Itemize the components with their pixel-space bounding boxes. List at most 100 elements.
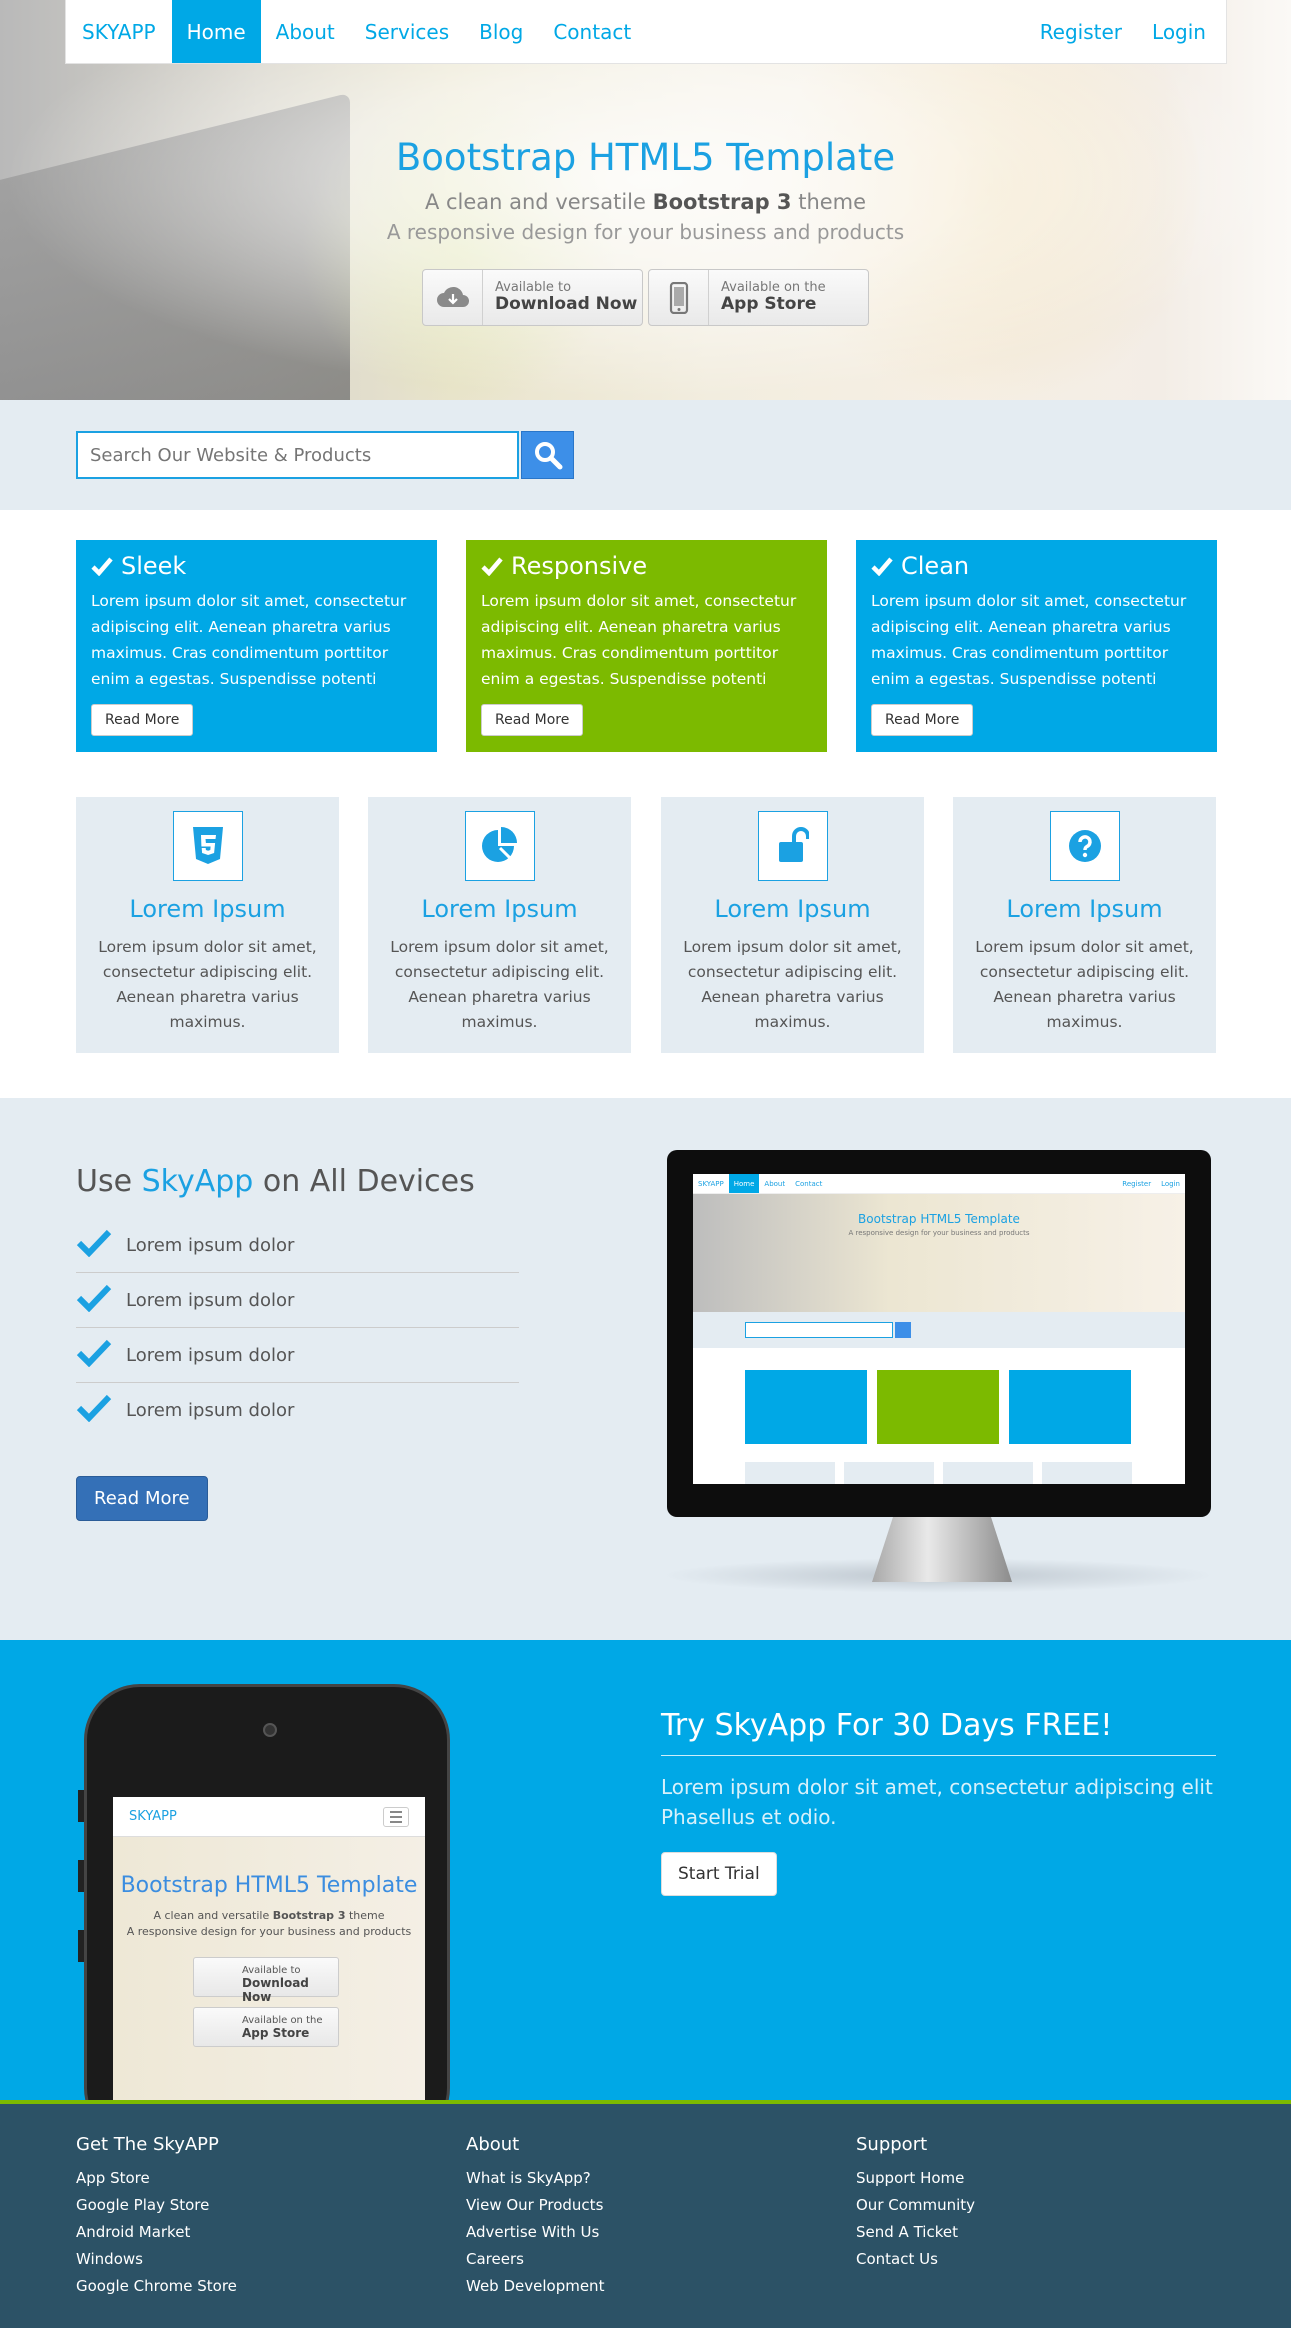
check-icon: [76, 1229, 126, 1262]
phone-hero-title: Bootstrap HTML5 Template: [120, 1873, 418, 1898]
icon-box-text: Lorem ipsum dolor sit amet, consectetur …: [683, 938, 902, 1031]
monitor-image: SKYAPP Home About Contact Register Login…: [667, 1150, 1211, 1517]
footer-link-support-home[interactable]: Support Home: [856, 2165, 975, 2192]
search-input[interactable]: [76, 431, 519, 479]
footer-link-ticket[interactable]: Send A Ticket: [856, 2219, 975, 2246]
footer-link-what-is[interactable]: What is SkyApp?: [466, 2165, 604, 2192]
nav-login[interactable]: Login: [1137, 0, 1226, 63]
start-trial-button[interactable]: Start Trial: [661, 1852, 777, 1896]
icon-box-title: Lorem Ipsum: [714, 895, 871, 923]
hero-subtitle-pre: A clean and versatile: [424, 190, 653, 214]
footer-link-advertise[interactable]: Advertise With Us: [466, 2219, 604, 2246]
phone-hero-subtitle-bold: Bootstrap 3: [272, 1909, 346, 1922]
devices-read-more-button[interactable]: Read More: [76, 1476, 208, 1521]
footer-heading: Support: [856, 2134, 928, 2155]
footer-link-windows[interactable]: Windows: [76, 2246, 237, 2273]
check-icon: [481, 557, 503, 576]
monitor-screen: SKYAPP Home About Contact Register Login…: [693, 1174, 1185, 1484]
hero-subtitle-bold: Bootstrap 3: [652, 190, 792, 214]
devices-title: Use SkyApp on All Devices: [76, 1164, 475, 1199]
icon-box: Lorem Ipsum Lorem ipsum dolor sit amet, …: [661, 797, 924, 1053]
nav-services[interactable]: Services: [350, 0, 464, 63]
nav-about[interactable]: About: [261, 0, 350, 63]
list-item: Lorem ipsum dolor: [76, 1273, 519, 1328]
feature-box-sleek: Sleek Lorem ipsum dolor sit amet, consec…: [76, 540, 437, 752]
check-icon: [76, 1284, 126, 1317]
footer-link-web-dev[interactable]: Web Development: [466, 2273, 604, 2300]
check-icon: [91, 557, 113, 576]
monitor-stand: [872, 1517, 1012, 1582]
nav-blog[interactable]: Blog: [464, 0, 538, 63]
footer-heading: About: [466, 2134, 520, 2155]
mini-search-band: [693, 1312, 1185, 1348]
check-icon: [76, 1394, 126, 1427]
mobile-phone-icon: [649, 270, 709, 325]
search-band: [0, 400, 1291, 510]
feature-text: Lorem ipsum dolor sit amet, consectetur …: [871, 592, 1187, 688]
nav-register[interactable]: Register: [1025, 0, 1137, 63]
read-more-button[interactable]: Read More: [91, 704, 194, 736]
footer-link-google-play[interactable]: Google Play Store: [76, 2192, 237, 2219]
feature-title-text: Responsive: [511, 552, 648, 580]
nav-contact[interactable]: Contact: [538, 0, 646, 63]
phone-camera: [263, 1723, 277, 1737]
mini-nav-home: Home: [728, 1174, 760, 1193]
appstore-small-text: Available on the: [721, 280, 826, 295]
read-more-button[interactable]: Read More: [481, 704, 584, 736]
icon-box-text: Lorem ipsum dolor sit amet, consectetur …: [98, 938, 317, 1031]
menu-icon: [383, 1806, 409, 1827]
mini-feature-box: [1009, 1370, 1131, 1444]
footer-col-about: About What is SkyApp? View Our Products …: [466, 2134, 604, 2300]
mini-feature-box: [877, 1370, 999, 1444]
devices-title-post: on All Devices: [253, 1164, 475, 1199]
mini-search-button: [895, 1322, 911, 1338]
mini-icon-box: [943, 1462, 1033, 1484]
mini-nav-register: Register: [1122, 1179, 1152, 1188]
list-item-text: Lorem ipsum dolor: [126, 1289, 295, 1311]
search-button[interactable]: [521, 431, 574, 479]
search-icon: [534, 442, 562, 470]
download-now-text: Available to Download Now: [483, 280, 637, 314]
feature-title-responsive: Responsive: [481, 552, 812, 580]
icon-box: Lorem Ipsum Lorem ipsum dolor sit amet, …: [76, 797, 339, 1053]
footer-link-android-market[interactable]: Android Market: [76, 2219, 237, 2246]
unlock-icon: [757, 811, 828, 881]
footer-link-contact[interactable]: Contact Us: [856, 2246, 975, 2273]
feature-box-responsive: Responsive Lorem ipsum dolor sit amet, c…: [466, 540, 827, 752]
feature-title-sleek: Sleek: [91, 552, 422, 580]
mini-icon-box: [844, 1462, 934, 1484]
icon-box: Lorem Ipsum Lorem ipsum dolor sit amet, …: [953, 797, 1216, 1053]
icon-box-title: Lorem Ipsum: [1006, 895, 1163, 923]
hero-title: Bootstrap HTML5 Template: [395, 136, 896, 179]
footer-link-products[interactable]: View Our Products: [466, 2192, 604, 2219]
navbar: SKYAPP Home About Services Blog Contact …: [65, 0, 1227, 64]
brand-link[interactable]: SKYAPP: [66, 0, 172, 63]
mini-nav-brand: SKYAPP: [698, 1179, 724, 1188]
mini-search-input: [745, 1322, 893, 1338]
feature-text: Lorem ipsum dolor sit amet, consectetur …: [91, 592, 407, 688]
download-now-button[interactable]: Available to Download Now: [422, 269, 643, 326]
footer-link-app-store[interactable]: App Store: [76, 2165, 237, 2192]
read-more-button[interactable]: Read More: [871, 704, 974, 736]
phone-hero-subtitle: A clean and versatile Bootstrap 3 theme: [113, 1909, 425, 1922]
phone-appstore-big: App Store: [242, 2026, 310, 2040]
html5-icon: [172, 811, 243, 881]
phone-screen: SKYAPP Bootstrap HTML5 Template A clean …: [113, 1797, 425, 2100]
phone-hero: Bootstrap HTML5 Template A clean and ver…: [113, 1837, 425, 2100]
trial-section: SKYAPP Bootstrap HTML5 Template A clean …: [0, 1640, 1291, 2100]
feature-title-text: Clean: [901, 552, 970, 580]
app-store-button[interactable]: Available on the App Store: [648, 269, 869, 326]
footer-link-careers[interactable]: Careers: [466, 2246, 604, 2273]
nav-home[interactable]: Home: [171, 0, 261, 63]
footer: Get The SkyAPP App Store Google Play Sto…: [0, 2100, 1291, 2328]
phone-appstore-button: Available on the App Store: [193, 2007, 339, 2047]
mini-nav-login: Login: [1161, 1179, 1180, 1188]
phone-hero-subtitle-2: A responsive design for your business an…: [126, 1925, 412, 1938]
footer-link-chrome-store[interactable]: Google Chrome Store: [76, 2273, 237, 2300]
footer-link-community[interactable]: Our Community: [856, 2192, 975, 2219]
devices-title-pre: Use: [76, 1164, 142, 1199]
trial-title: Try SkyApp For 30 Days FREE!: [661, 1708, 1216, 1756]
list-item-text: Lorem ipsum dolor: [126, 1400, 295, 1421]
mini-nav: SKYAPP Home About Contact Register Login: [693, 1174, 1185, 1194]
